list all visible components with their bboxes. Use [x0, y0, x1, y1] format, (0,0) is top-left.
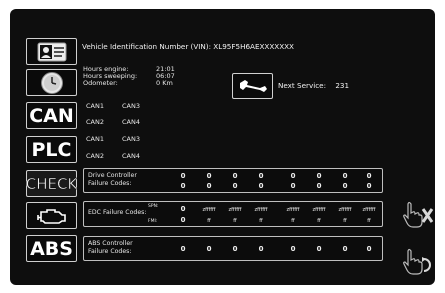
edc-fmi: ff — [207, 218, 211, 224]
vin-label: Vehicle Identification Number (VIN): XL9… — [82, 42, 294, 51]
edc-fmi: ff — [233, 218, 237, 224]
drive-code: 0 — [258, 172, 264, 180]
can-status-b-3: CAN3 — [122, 135, 140, 143]
edc-label: EDC Failure Codes: — [88, 209, 147, 216]
drive-code: 0 — [258, 182, 264, 190]
drive-controller-label-2: Failure Codes: — [88, 180, 132, 187]
can-button[interactable]: CAN — [26, 102, 77, 129]
drive-code: 0 — [342, 172, 348, 180]
drive-controller-label-1: Drive Controller — [88, 172, 137, 179]
abs-button[interactable]: ABS — [26, 235, 77, 262]
edc-spn: 0 — [180, 205, 186, 213]
fmi-label: FMI: — [148, 219, 158, 224]
plc-button[interactable]: PLC — [26, 136, 77, 163]
hours-button[interactable] — [26, 69, 77, 96]
can-button-label: CAN — [29, 104, 74, 127]
edc-spn: zffffff — [228, 207, 242, 213]
drive-code: 0 — [206, 182, 212, 190]
hand-refresh-icon — [403, 248, 431, 275]
abs-controller-label-2: Failure Codes: — [88, 248, 132, 255]
edc-spn: zffffff — [286, 207, 300, 213]
can-status-a-3: CAN1 — [86, 135, 104, 143]
edc-spn: zffffff — [338, 207, 352, 213]
abs-code: 0 — [180, 245, 186, 253]
can-status-a-1: CAN1 — [86, 102, 104, 110]
drive-code: 0 — [180, 182, 186, 190]
edc-spn: zffffff — [254, 207, 268, 213]
drive-code: 0 — [206, 172, 212, 180]
cancel-button[interactable] — [402, 200, 434, 230]
vehicle-id-button[interactable] — [26, 38, 77, 65]
edc-spn: zffffff — [362, 207, 376, 213]
next-service-value: 231 — [335, 81, 350, 90]
edc-spn: zffffff — [312, 207, 326, 213]
can-status-a-4: CAN2 — [86, 152, 104, 160]
check-button[interactable]: CHECK — [26, 170, 77, 197]
drive-code: 0 — [290, 182, 296, 190]
can-status-a-2: CAN2 — [86, 118, 104, 126]
drive-code: 0 — [180, 172, 186, 180]
drive-code: 0 — [342, 182, 348, 190]
edc-fmi: ff — [259, 218, 263, 224]
edc-panel: EDC Failure Codes: SPN: FMI: 0 zffffff z… — [83, 201, 383, 227]
service-button[interactable] — [232, 73, 273, 99]
edc-spn: zffffff — [202, 207, 216, 213]
check-button-label: CHECK — [25, 174, 78, 193]
abs-code: 0 — [258, 245, 264, 253]
abs-controller-label-1: ABS Controller — [88, 240, 133, 247]
refresh-button[interactable] — [402, 247, 434, 277]
edc-fmi: ff — [367, 218, 371, 224]
abs-code: 0 — [366, 245, 372, 253]
hand-x-icon — [403, 201, 434, 228]
drive-code: 0 — [290, 172, 296, 180]
can-status-b-4: CAN4 — [122, 152, 140, 160]
next-service: Next Service: 231 — [278, 81, 349, 90]
edc-fmi: ff — [343, 218, 347, 224]
id-card-icon — [37, 42, 66, 61]
clock-icon — [40, 71, 63, 94]
abs-code: 0 — [206, 245, 212, 253]
plc-button-label: PLC — [31, 138, 72, 161]
wrench-icon — [239, 80, 267, 92]
drive-code: 0 — [316, 172, 322, 180]
can-status-b-1: CAN3 — [122, 102, 140, 110]
edc-fmi: ff — [317, 218, 321, 224]
drive-code: 0 — [366, 172, 372, 180]
abs-controller-panel: ABS Controller Failure Codes: 0 0 0 0 0 … — [83, 236, 383, 261]
diagnostic-screen: CAN PLC CHECK ABS Vehicle Identification… — [10, 9, 435, 285]
next-service-label: Next Service: — [278, 81, 327, 90]
abs-code: 0 — [342, 245, 348, 253]
abs-code: 0 — [290, 245, 296, 253]
odometer-label: Odometer: — [83, 79, 118, 87]
engine-icon — [36, 208, 66, 224]
abs-code: 0 — [316, 245, 322, 253]
odometer-value: 0 Km — [156, 79, 173, 87]
drive-code: 0 — [316, 182, 322, 190]
can-status-b-2: CAN4 — [122, 118, 140, 126]
edc-fmi: ff — [291, 218, 295, 224]
engine-button[interactable] — [26, 202, 77, 229]
drive-code: 0 — [366, 182, 372, 190]
drive-controller-panel: Drive Controller Failure Codes: 0 0 0 0 … — [83, 168, 383, 193]
edc-fmi: 0 — [180, 216, 186, 224]
drive-code: 0 — [232, 172, 238, 180]
abs-button-label: ABS — [30, 237, 73, 260]
display-frame: CAN PLC CHECK ABS Vehicle Identification… — [0, 0, 445, 293]
spn-label: SPN: — [148, 204, 159, 209]
abs-code: 0 — [232, 245, 238, 253]
drive-code: 0 — [232, 182, 238, 190]
